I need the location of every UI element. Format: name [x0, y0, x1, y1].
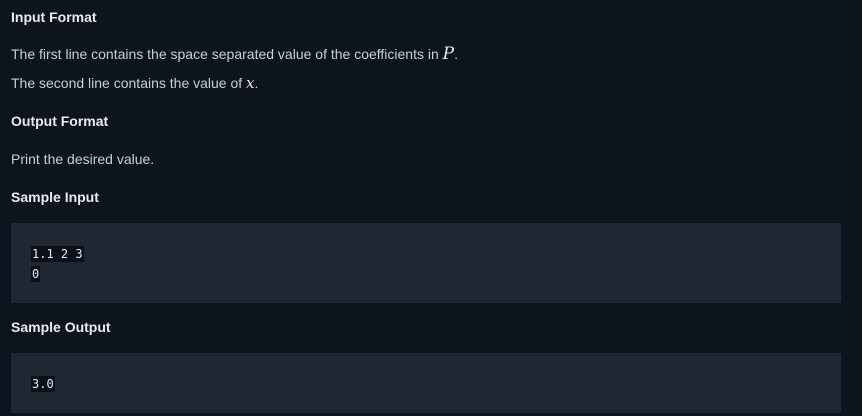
output-format-text: Print the desired value.	[11, 151, 155, 167]
input-format-line-1-text: The first line contains the space separa…	[11, 46, 443, 62]
sample-input-line: 0	[31, 266, 41, 282]
sample-output-code-block: 3.0	[11, 353, 841, 413]
sample-input-line: 1.1 2 3	[31, 246, 84, 262]
input-format-line-1: The first line contains the space separa…	[11, 45, 458, 63]
input-format-line-2-text: The second line contains the value of	[11, 75, 247, 91]
output-format-heading: Output Format	[11, 113, 109, 129]
sample-output-heading: Sample Output	[11, 319, 111, 335]
sample-input-code-block: 1.1 2 3 0	[11, 223, 841, 303]
sample-output-line: 3.0	[31, 376, 55, 392]
coefficient-variable: P	[442, 44, 455, 64]
input-format-line-2-end: .	[254, 75, 259, 91]
sample-input-heading: Sample Input	[11, 189, 99, 205]
input-format-line-2: The second line contains the value of x.	[11, 74, 258, 92]
input-format-heading: Input Format	[11, 9, 97, 25]
input-format-line-1-end: .	[454, 46, 459, 62]
x-variable: x	[246, 74, 255, 92]
